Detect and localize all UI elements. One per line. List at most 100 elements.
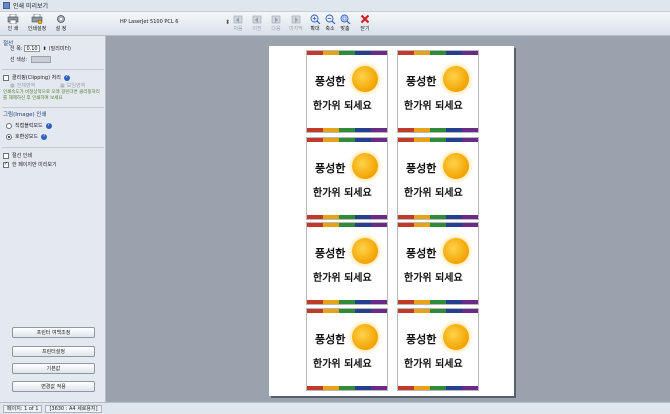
prev-page-icon [251, 14, 263, 24]
zoom-in-icon [309, 14, 321, 24]
preview-page: 풍성한 한가위 되세요 풍성한 한가위 되세요 풍성한 한가위 되세요 풍성한 한가위 되세요… [269, 46, 514, 396]
printer-icon [7, 14, 19, 24]
close-button[interactable]: 닫기 [358, 14, 372, 34]
clip-full-area-option[interactable]: ▦ 전체영역 [10, 82, 35, 90]
moon-circle [443, 66, 469, 92]
first-page-icon [232, 14, 244, 24]
greeting-card: 풍성한한가위 되세요 [306, 222, 388, 305]
paper-info: [3630 : A4 세로용지] [45, 404, 102, 413]
line-width-input[interactable] [24, 45, 41, 52]
printer-name: HP LaserJet 5100 PCL 6 [120, 19, 179, 25]
greeting-line-1: 풍성한 [406, 75, 437, 88]
moon-circle [352, 66, 378, 92]
cutline-print-checkbox[interactable] [3, 152, 9, 159]
image-mode-compat-radio[interactable] [6, 133, 12, 140]
print-setup-button[interactable]: 인쇄설정 [25, 14, 49, 34]
color-stripe-bottom [398, 300, 478, 304]
status-bar: 페이지: 1 of 1 [3630 : A4 세로용지] [0, 402, 670, 414]
moon-circle [443, 324, 469, 350]
greeting-line-2: 한가위 되세요 [313, 359, 372, 370]
greeting-line-1: 풍성한 [406, 162, 437, 175]
one-page-preview-label: 한 페이지만 미리보기 [12, 162, 57, 168]
window-title: 인쇄 미리보기 [13, 3, 49, 10]
fit-page-icon [339, 14, 351, 24]
printer-settings-button[interactable]: 프린터설정 [12, 346, 95, 357]
line-width-spinner-icon[interactable]: ⬍ [42, 46, 46, 52]
image-mode-direct-option[interactable]: 직접블럭모드 ? [6, 122, 52, 129]
color-stripe-top [307, 51, 387, 55]
cutline-print-label: 절선 인쇄 [12, 153, 32, 159]
gear-icon [55, 14, 67, 24]
greeting-line-1: 풍성한 [406, 333, 437, 346]
settings-button[interactable]: 설 정 [52, 14, 70, 34]
line-color-swatch[interactable] [31, 56, 52, 63]
cutline-print-option[interactable]: 절선 인쇄 [3, 152, 32, 159]
line-width-unit: (밀리미터) [48, 46, 71, 52]
zoom-out-button[interactable]: 축소 [324, 14, 336, 34]
color-stripe-top [398, 138, 478, 142]
next-page-icon [270, 14, 282, 24]
line-width-label: 선 폭: [10, 46, 23, 52]
moon-circle [443, 153, 469, 179]
image-mode-compat-label: 호환성모드 [15, 134, 39, 140]
divider [2, 107, 104, 108]
clipping-note: 인쇄속도가 비정상적으로 오래 걸린다면 클리핑처리를 해제하신 후 인쇄하여 … [3, 90, 100, 101]
color-stripe-bottom [398, 128, 478, 132]
first-page-button[interactable]: 처음 [232, 14, 244, 34]
options-panel: 절선 선 폭: ⬍ (밀리미터) 선 색상: 클리핑(Clipping) 처리 … [0, 36, 106, 402]
next-page-button[interactable]: 다음 [270, 14, 282, 34]
color-stripe-bottom [307, 300, 387, 304]
color-stripe-bottom [398, 215, 478, 219]
print-button[interactable]: 인 쇄 [4, 14, 22, 34]
greeting-line-1: 풍성한 [315, 333, 346, 346]
color-stripe-top [307, 309, 387, 313]
zoom-out-icon [324, 14, 336, 24]
image-print-section-title: 그림(Image) 인쇄 [3, 112, 47, 118]
page-info: 페이지: 1 of 1 [3, 404, 43, 413]
greeting-line-2: 한가위 되세요 [313, 273, 372, 284]
greeting-card: 풍성한 한가위 되세요 [306, 50, 388, 133]
line-color-row: 선 색상: [10, 56, 52, 63]
color-stripe-top [398, 223, 478, 227]
color-stripe-bottom [307, 215, 387, 219]
greeting-line-1: 풍성한 [406, 247, 437, 260]
greeting-line-2: 한가위 되세요 [313, 188, 372, 199]
color-stripe-top [398, 309, 478, 313]
moon-circle [352, 324, 378, 350]
print-setup-icon [31, 14, 43, 24]
help-icon[interactable]: ? [41, 133, 48, 140]
clip-visible-area-icon: ▦ [60, 82, 65, 89]
image-mode-direct-label: 직접블럭모드 [15, 123, 43, 129]
greeting-line-1: 풍성한 [315, 162, 346, 175]
printer-margin-button[interactable]: 프린터 여백조정 [12, 327, 95, 338]
divider [2, 69, 104, 70]
prev-page-button[interactable]: 이전 [251, 14, 263, 34]
help-icon[interactable]: ? [63, 74, 70, 81]
close-icon [359, 14, 371, 24]
clipping-checkbox[interactable] [3, 74, 9, 81]
zoom-in-button[interactable]: 확대 [309, 14, 321, 34]
image-mode-direct-radio[interactable] [6, 122, 12, 129]
greeting-card: 풍성한한가위 되세요 [306, 308, 388, 391]
title-bar: 인쇄 미리보기 [0, 0, 670, 12]
clipping-option[interactable]: 클리핑(Clipping) 처리 ? [3, 74, 70, 81]
moon-circle [352, 153, 378, 179]
one-page-preview-checkbox[interactable]: ✓ [3, 161, 9, 168]
last-page-button[interactable]: 마지막 [287, 14, 305, 34]
image-mode-compat-option[interactable]: 호환성모드 ? [6, 133, 48, 140]
help-icon[interactable]: ? [45, 122, 52, 129]
one-page-preview-option[interactable]: ✓ 한 페이지만 미리보기 [3, 161, 57, 168]
clipping-label: 클리핑(Clipping) 처리 [12, 75, 61, 81]
default-values-button[interactable]: 기본값 [12, 363, 95, 374]
greeting-card: 풍성한 한가위 되세요 [397, 50, 479, 133]
color-stripe-bottom [307, 128, 387, 132]
greeting-card: 풍성한한가위 되세요 [306, 137, 388, 220]
moon-circle [352, 238, 378, 264]
printer-select[interactable]: HP LaserJet 5100 PCL 6 ⬍ [120, 17, 230, 27]
clip-visible-area-option[interactable]: ▦ 보임영역 [60, 82, 85, 90]
fit-button[interactable]: 맞춤 [339, 14, 351, 34]
toolbar: 인 쇄 인쇄설정 설 정 처음 이전 다음 마지막 확대 축소 맞춤 닫기 [0, 12, 670, 36]
apply-changes-button[interactable]: 변경값 적용 [12, 381, 95, 392]
greeting-line-1: 풍성한 [315, 247, 346, 260]
greeting-line-2: 한가위 되세요 [404, 273, 463, 284]
